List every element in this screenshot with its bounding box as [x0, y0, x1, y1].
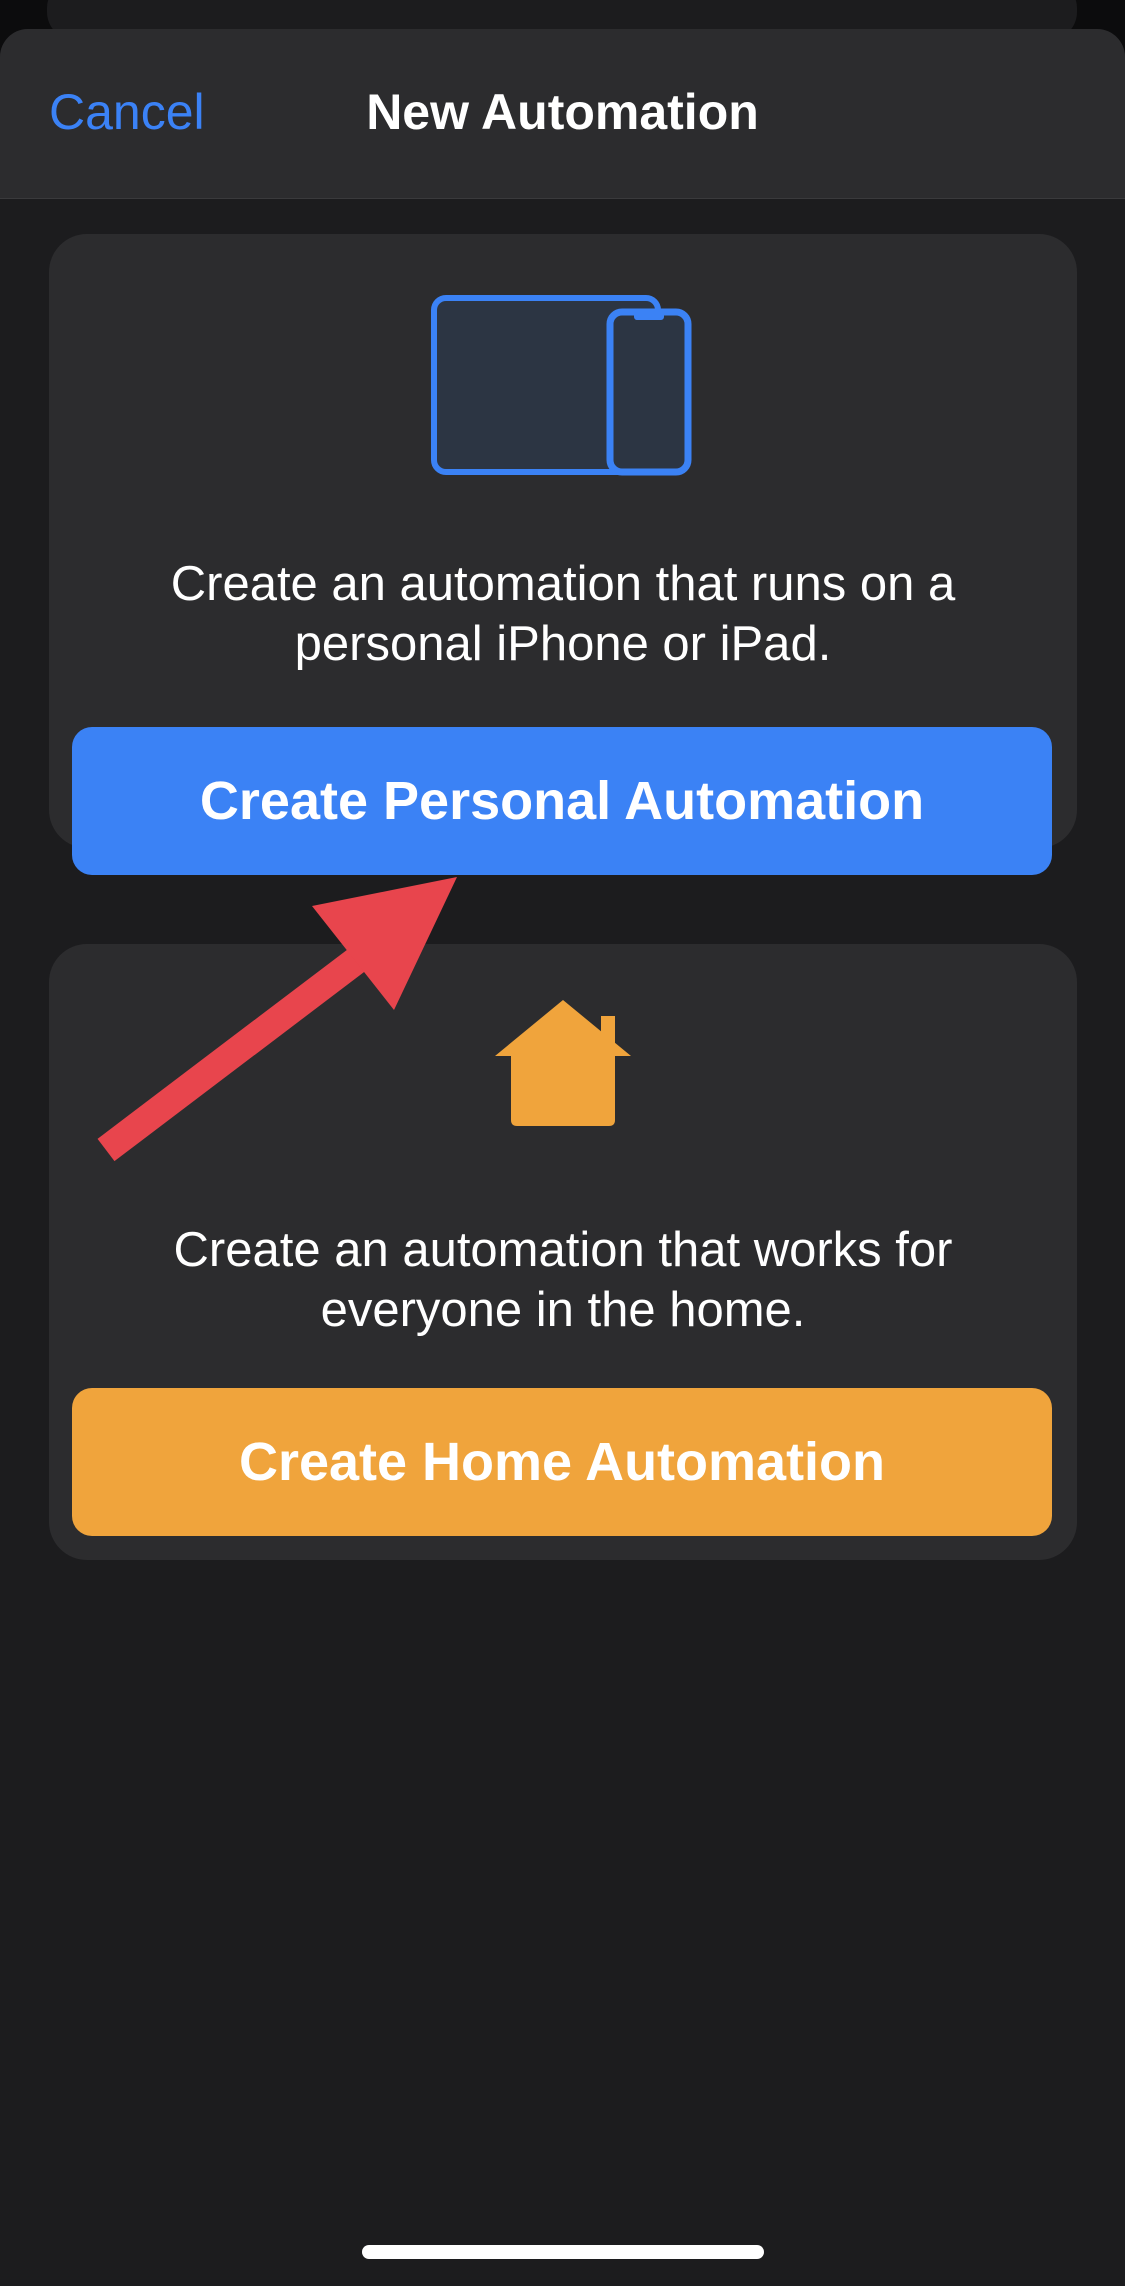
home-indicator[interactable] — [362, 2245, 764, 2259]
ipad-iphone-icon — [49, 294, 1077, 476]
create-personal-automation-label: Create Personal Automation — [199, 771, 925, 831]
personal-description-line1: Create an automation that runs on a — [170, 557, 956, 611]
create-home-automation-label: Create Home Automation — [238, 1432, 886, 1492]
new-automation-sheet: Cancel New Automation Create an automati… — [0, 29, 1125, 2286]
personal-description-line2: personal iPhone or iPad. — [294, 617, 832, 671]
personal-automation-card: Create an automation that runs on a pers… — [49, 234, 1077, 875]
page-title: New Automation — [366, 84, 759, 140]
house-icon — [49, 998, 1077, 1128]
navigation-bar: Cancel New Automation — [0, 29, 1125, 199]
home-description-line1: Create an automation that works for — [173, 1223, 953, 1277]
home-automation-card: Create an automation that works for ever… — [49, 944, 1077, 1560]
create-home-automation-button[interactable]: Create Home Automation — [72, 1388, 1052, 1536]
create-personal-automation-button[interactable]: Create Personal Automation — [72, 727, 1052, 875]
personal-description: Create an automation that runs on a pers… — [49, 554, 1077, 674]
home-description-line2: everyone in the home. — [320, 1283, 806, 1337]
home-description: Create an automation that works for ever… — [49, 1220, 1077, 1340]
